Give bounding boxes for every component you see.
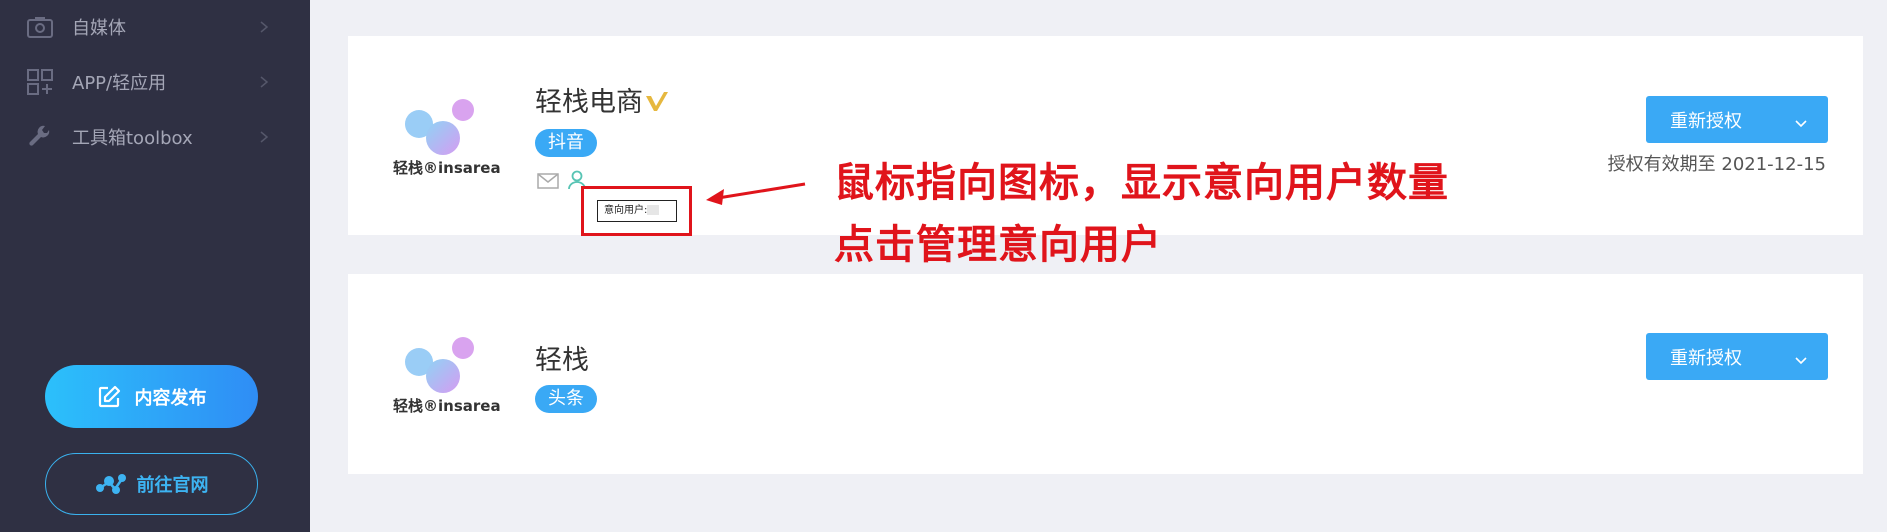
mail-icon[interactable] <box>537 173 559 193</box>
chevron-right-icon <box>258 129 270 145</box>
logo-text: 轻栈®insarea <box>393 159 501 177</box>
sidebar: 自媒体 APP/轻应用 工具箱toolbox 内容发布 前往官网 <box>0 0 310 532</box>
reauthorize-button[interactable]: 重新授权 <box>1646 96 1828 143</box>
media-icon <box>27 14 53 40</box>
logo-text: 轻栈®insarea <box>393 397 501 415</box>
tooltip-highlight-box: 意向用户: <box>581 186 692 236</box>
platform-tag: 头条 <box>535 385 597 413</box>
chevron-down-icon <box>1794 350 1808 365</box>
chevron-right-icon <box>258 19 270 35</box>
chevron-right-icon <box>258 74 270 90</box>
sidebar-item-toolbox[interactable]: 工具箱toolbox <box>0 117 310 157</box>
reauthorize-label: 重新授权 <box>1670 347 1742 369</box>
publish-content-label: 内容发布 <box>134 387 207 409</box>
annotation-arrow <box>706 182 806 205</box>
reauthorize-label: 重新授权 <box>1670 110 1742 132</box>
publish-content-button[interactable]: 内容发布 <box>45 365 258 428</box>
account-name: 轻栈 <box>535 345 589 376</box>
network-icon <box>95 473 127 495</box>
sidebar-item-media[interactable]: 自媒体 <box>0 7 310 47</box>
wrench-icon <box>27 124 53 150</box>
account-name-text: 轻栈电商 <box>535 87 643 118</box>
chevron-down-icon <box>1794 113 1808 128</box>
intent-user-count <box>647 205 660 215</box>
annotation-line-1: 鼠标指向图标，显示意向用户数量 <box>834 160 1449 206</box>
annotation-text: 鼠标指向图标，显示意向用户数量 点击管理意向用户 <box>834 152 1449 276</box>
annotation-line-2: 点击管理意向用户 <box>834 222 1162 268</box>
tooltip-label: 意向用户: <box>604 205 648 216</box>
account-logo: 轻栈®insarea <box>393 94 501 194</box>
app-grid-icon <box>27 69 53 95</box>
account-name: 轻栈电商 <box>535 80 669 119</box>
sidebar-item-label: 自媒体 <box>72 18 126 39</box>
sidebar-item-label: APP/轻应用 <box>72 73 167 94</box>
edit-icon <box>97 385 121 409</box>
reauthorize-button[interactable]: 重新授权 <box>1646 333 1828 380</box>
sidebar-item-app[interactable]: APP/轻应用 <box>0 62 310 102</box>
visit-website-button[interactable]: 前往官网 <box>45 453 258 515</box>
visit-website-label: 前往官网 <box>136 475 209 496</box>
authorization-expiry: 授权有效期至 2021-12-15 <box>1607 154 1826 175</box>
verified-icon <box>645 88 669 119</box>
account-logo: 轻栈®insarea <box>393 332 501 432</box>
account-card: 轻栈®insarea 轻栈 头条 重新授权 <box>348 274 1863 474</box>
platform-tag: 抖音 <box>535 129 597 157</box>
intent-user-tooltip: 意向用户: <box>597 200 677 222</box>
sidebar-item-label: 工具箱toolbox <box>72 128 193 149</box>
